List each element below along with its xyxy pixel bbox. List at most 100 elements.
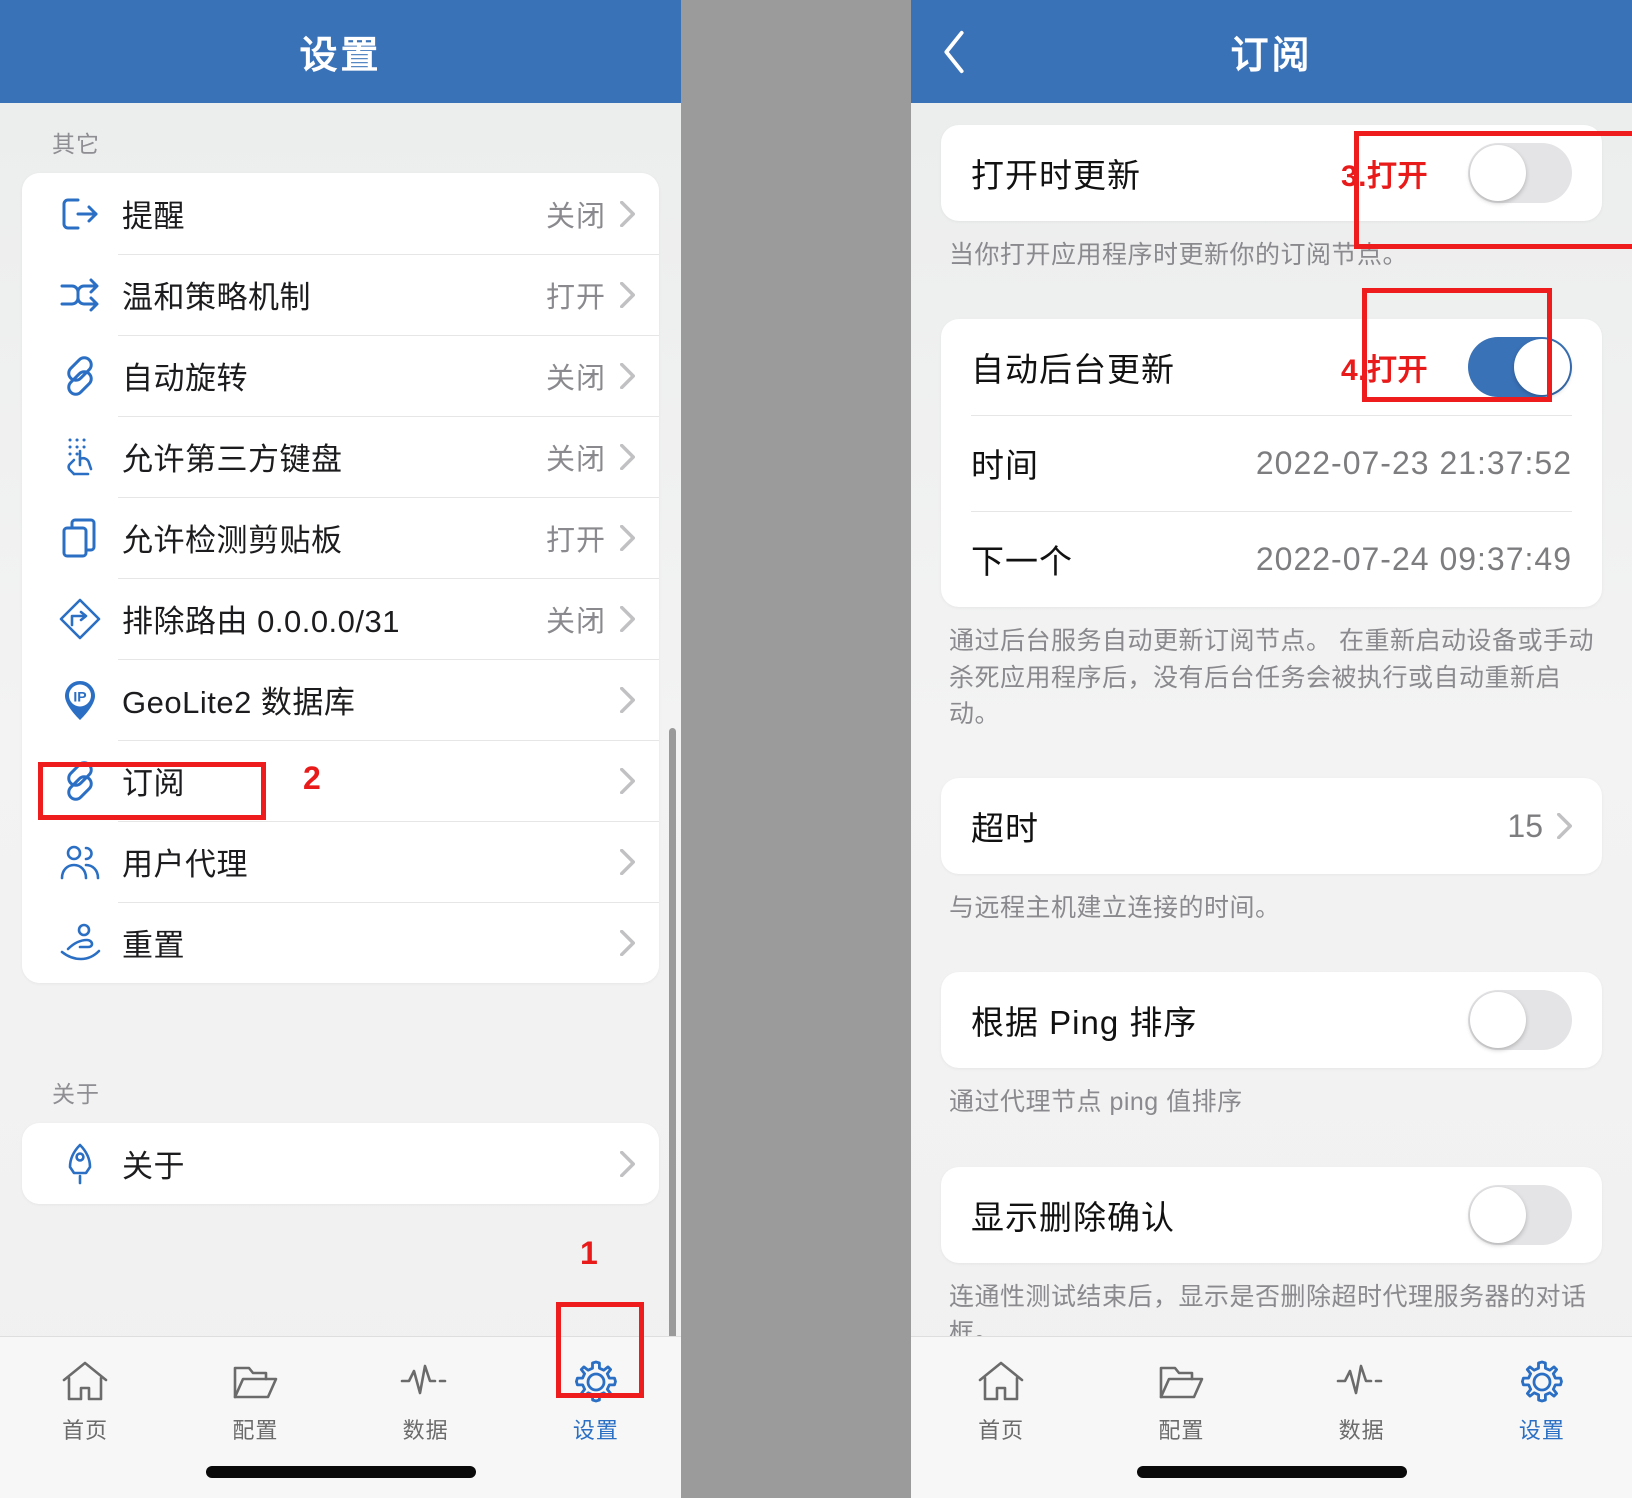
- tab-settings[interactable]: 设置: [511, 1337, 681, 1498]
- row-user-agent[interactable]: 用户代理: [22, 821, 659, 902]
- tab-label: 配置: [232, 1418, 279, 1443]
- row-label: 允许检测剪贴板: [122, 523, 343, 558]
- row-value: 打开: [545, 281, 606, 314]
- chevron-right-icon: [1557, 813, 1572, 839]
- row-label: 打开时更新: [971, 157, 1141, 194]
- row-reminder[interactable]: 提醒 关闭: [22, 173, 659, 254]
- row-value: 2022-07-24 09:37:49: [1255, 540, 1572, 577]
- tab-settings[interactable]: 设置: [1452, 1337, 1632, 1498]
- tab-label: 首页: [978, 1418, 1025, 1443]
- row-value: 关闭: [545, 362, 606, 395]
- back-chevron-icon[interactable]: [931, 29, 977, 75]
- chevron-right-icon: [620, 767, 635, 794]
- row-label: 自动旋转: [122, 361, 248, 396]
- chevron-right-icon: [620, 929, 635, 956]
- row-value: 关闭: [545, 605, 606, 638]
- row-sort-by-ping[interactable]: 根据 Ping 排序: [941, 972, 1602, 1068]
- shuffle-icon: [50, 271, 110, 319]
- toggle-sort-by-ping[interactable]: [1468, 990, 1572, 1051]
- annotation-step-4: 4.打开: [1340, 354, 1428, 388]
- desc-update-on-open: 当你打开应用程序时更新你的订阅节点。: [949, 241, 1409, 269]
- row-value: 15: [1507, 807, 1543, 844]
- chevron-right-icon: [620, 443, 635, 470]
- row-reset[interactable]: 重置: [22, 902, 659, 983]
- row-show-delete-confirm[interactable]: 显示删除确认: [941, 1167, 1602, 1263]
- row-label: 允许第三方键盘: [122, 442, 343, 477]
- row-timeout[interactable]: 超时 15: [941, 778, 1602, 874]
- section-header-other: 其它: [52, 131, 100, 157]
- pulse-icon: [399, 1355, 453, 1409]
- toggle-auto-background-update[interactable]: [1468, 337, 1572, 398]
- row-value: 关闭: [545, 443, 606, 476]
- toggle-show-delete-confirm[interactable]: [1468, 1184, 1572, 1245]
- row-subscription[interactable]: 订阅: [22, 740, 659, 821]
- tab-label: 首页: [62, 1418, 109, 1443]
- row-label: 下一个: [971, 543, 1073, 581]
- row-exclude-route[interactable]: 排除路由 0.0.0.0/31 关闭: [22, 578, 659, 659]
- row-geolite2-database[interactable]: IP GeoLite2 数据库: [22, 659, 659, 740]
- row-clipboard-detect[interactable]: 允许检测剪贴板 打开: [22, 497, 659, 578]
- clipboard-icon: [50, 514, 110, 562]
- row-label: 温和策略机制: [122, 280, 311, 315]
- row-third-party-keyboard[interactable]: 允许第三方键盘 关闭: [22, 416, 659, 497]
- chevron-right-icon: [620, 200, 635, 227]
- logout-icon: [50, 190, 110, 238]
- link-icon: [50, 352, 110, 400]
- chevron-right-icon: [620, 605, 635, 632]
- annotation-number-1: 1: [580, 1235, 598, 1271]
- row-next: 下一个 2022-07-24 09:37:49: [941, 511, 1602, 607]
- row-label: 根据 Ping 排序: [971, 1004, 1198, 1042]
- touch-keyboard-icon: [50, 433, 110, 481]
- settings-card-about: 关于: [22, 1123, 659, 1204]
- desc-timeout: 与远程主机建立连接的时间。: [949, 894, 1281, 922]
- settings-card-other: 提醒 关闭 温和策略机制 打开 自动旋转 关闭 允许第三方键盘 关闭 允许检测剪…: [22, 173, 659, 983]
- card-auto-background-update: 自动后台更新 4.打开 时间 2022-07-23 21:37:52 下一个 2…: [941, 319, 1602, 608]
- right-content-area: 打开时更新 3.打开 当你打开应用程序时更新你的订阅节点。 自动后台更新 4.打…: [911, 103, 1632, 1498]
- row-label: 自动后台更新: [971, 351, 1175, 389]
- folder-icon: [1156, 1355, 1206, 1409]
- row-auto-rotate[interactable]: 自动旋转 关闭: [22, 335, 659, 416]
- left-tab-bar: 首页 配置 数据 设置: [0, 1336, 681, 1498]
- left-content-area: 其它 提醒 关闭 温和策略机制 打开 自动旋转 关闭 允许第三方键盘 关闭 允许…: [0, 103, 681, 1498]
- rocket-icon: [50, 1140, 110, 1188]
- row-update-on-open[interactable]: 打开时更新 3.打开: [941, 125, 1602, 221]
- card-show-delete-confirm: 显示删除确认: [941, 1166, 1602, 1263]
- scrollbar-indicator[interactable]: [669, 728, 676, 1400]
- row-label: 用户代理: [122, 847, 248, 882]
- left-phone-screen: 设置 其它 提醒 关闭 温和策略机制 打开 自动旋转 关闭 允许第三方键盘 关闭…: [0, 0, 681, 1498]
- home-indicator: [205, 1466, 476, 1478]
- chevron-right-icon: [620, 1150, 635, 1177]
- page-title: 订阅: [1230, 35, 1313, 77]
- row-value: 关闭: [545, 200, 606, 233]
- row-label: 重置: [122, 928, 185, 963]
- row-value: 打开: [545, 524, 606, 557]
- route-icon: [50, 595, 110, 643]
- row-mild-policy[interactable]: 温和策略机制 打开: [22, 254, 659, 335]
- row-label: 显示删除确认: [971, 1198, 1175, 1236]
- toggle-update-on-open[interactable]: [1468, 143, 1572, 203]
- section-header-about: 关于: [52, 1081, 100, 1107]
- chevron-right-icon: [620, 362, 635, 389]
- tab-home[interactable]: 首页: [0, 1337, 170, 1498]
- ip-pin-icon: IP: [50, 676, 110, 724]
- tab-home[interactable]: 首页: [911, 1337, 1091, 1498]
- right-tab-bar: 首页 配置 数据 设置: [911, 1336, 1632, 1498]
- card-update-on-open: 打开时更新 3.打开: [941, 125, 1602, 221]
- row-label: 关于: [122, 1149, 185, 1184]
- tab-label: 设置: [572, 1418, 619, 1443]
- right-nav-bar: 订阅: [911, 0, 1632, 103]
- screenshot-divider: [681, 0, 911, 1498]
- chevron-right-icon: [620, 281, 635, 308]
- right-phone-screen: 订阅 打开时更新 3.打开 当你打开应用程序时更新你的订阅节点。 自动后台更新 …: [911, 0, 1632, 1498]
- row-time: 时间 2022-07-23 21:37:52: [941, 415, 1602, 511]
- tab-label: 设置: [1518, 1418, 1565, 1443]
- reset-hand-icon: [50, 919, 110, 967]
- row-about[interactable]: 关于: [22, 1123, 659, 1204]
- desc-sort-by-ping: 通过代理节点 ping 值排序: [949, 1088, 1243, 1117]
- row-label: 时间: [971, 447, 1039, 485]
- tab-label: 数据: [402, 1418, 449, 1443]
- row-auto-background-update[interactable]: 自动后台更新 4.打开: [941, 319, 1602, 415]
- gear-icon: [571, 1355, 621, 1409]
- home-indicator: [1136, 1466, 1407, 1478]
- annotation-step-3: 3.打开: [1340, 160, 1428, 193]
